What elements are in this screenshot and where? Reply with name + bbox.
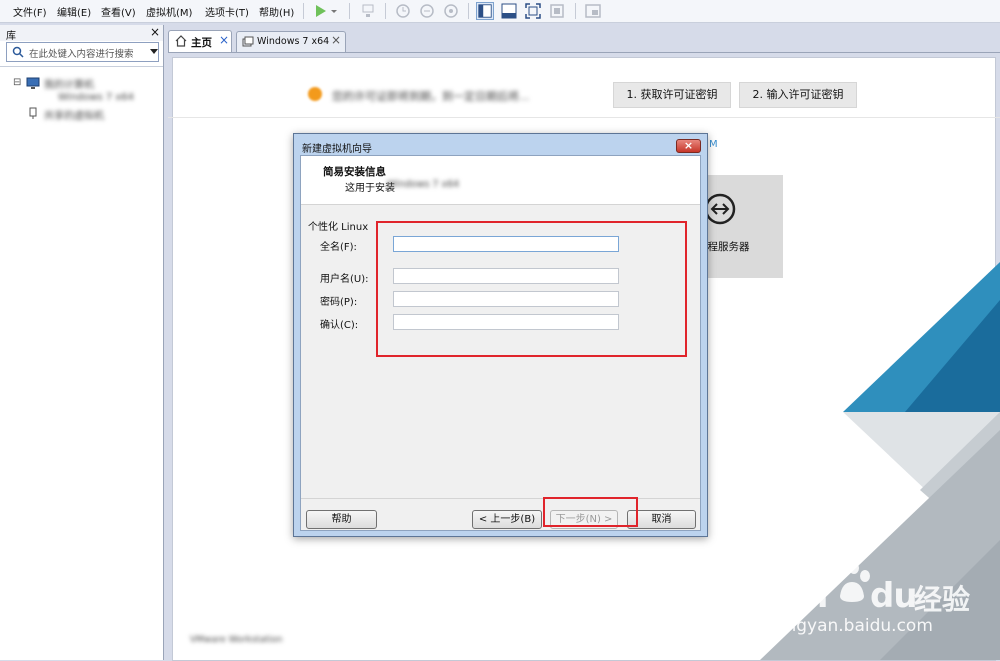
home-icon — [175, 35, 187, 47]
dialog-footer-divider — [301, 498, 700, 499]
tree-expander[interactable]: ⊟ — [13, 77, 21, 88]
toolbar-separator — [468, 3, 469, 19]
tab-windows7-label: Windows 7 x64 — [257, 36, 330, 47]
close-icon: × — [683, 139, 694, 152]
dialog-header-subtitle-os: Windows 7 x64 — [387, 179, 460, 190]
menu-vm[interactable]: 虚拟机(M) — [146, 4, 192, 19]
library-close-button[interactable]: × — [150, 25, 160, 39]
watermark-url: jingyan.baidu.com — [776, 616, 933, 636]
menu-help[interactable]: 帮助(H) — [259, 4, 294, 19]
menu-file[interactable]: 文件(F) — [13, 4, 47, 19]
home-footer: VMware Workstation — [190, 635, 283, 645]
library-header: 库 × — [0, 25, 163, 42]
watermark-brand2: du — [870, 576, 918, 616]
toolbar-separator — [349, 3, 350, 19]
vm-icon — [242, 36, 254, 47]
menu-edit[interactable]: 编辑(E) — [57, 4, 91, 19]
chevron-down-icon[interactable] — [150, 49, 158, 55]
help-button-label: 帮助 — [331, 514, 352, 525]
tab-home-close[interactable]: × — [219, 33, 229, 47]
back-button[interactable]: < 上一步(B) — [472, 510, 542, 529]
help-button[interactable]: 帮助 — [306, 510, 377, 529]
get-license-button-label: 1. 获取许可证密钥 — [626, 88, 718, 101]
search-input[interactable]: 在此处键入内容进行搜索 — [29, 46, 134, 60]
console-view-icon[interactable] — [584, 2, 602, 20]
toolbar-separator — [385, 3, 386, 19]
tree-item-shared[interactable]: 共享的虚拟机 — [44, 107, 104, 122]
warning-icon — [308, 87, 322, 101]
password-label: 密码(P): — [320, 297, 358, 308]
fullname-label: 全名(F): — [320, 242, 357, 253]
confirm-label: 确认(C): — [320, 320, 359, 331]
dialog-header-title: 简易安装信息 — [323, 166, 386, 178]
menu-view[interactable]: 查看(V) — [101, 4, 136, 19]
snapshot-icon[interactable] — [394, 2, 412, 20]
library-title: 库 — [6, 31, 16, 42]
tab-home[interactable]: 主页 × — [168, 30, 232, 52]
network-icon[interactable] — [359, 2, 377, 20]
tree-item-my-computer[interactable]: 我的计算机 — [44, 76, 94, 91]
tab-windows7[interactable]: Windows 7 x64 × — [236, 31, 346, 52]
annotation-box-next — [543, 497, 638, 527]
computer-icon — [26, 77, 40, 89]
tab-home-label: 主页 — [191, 37, 212, 49]
enter-license-button-label: 2. 输入许可证密钥 — [752, 88, 844, 101]
home-divider — [168, 117, 1000, 118]
menu-tabs[interactable]: 选项卡(T) — [205, 4, 249, 19]
watermark-brand: Bai — [770, 576, 829, 616]
annotation-box-fields — [376, 221, 687, 357]
tab-windows7-close[interactable]: × — [331, 33, 341, 47]
group-label: 个性化 Linux — [308, 222, 369, 233]
toolbar-separator — [303, 3, 304, 19]
enter-license-button[interactable]: 2. 输入许可证密钥 — [739, 82, 857, 108]
library-search[interactable]: 在此处键入内容进行搜索 — [6, 42, 159, 62]
toolbar-separator — [575, 3, 576, 19]
remote-server-tile[interactable]: 远程服务器 — [695, 175, 783, 278]
cancel-button-label: 取消 — [651, 514, 672, 525]
menu-bar: 文件(F) 编辑(E) 查看(V) 虚拟机(M) 选项卡(T) 帮助(H) — [0, 0, 1000, 23]
library-view-icon[interactable] — [476, 2, 494, 20]
dropdown-arrow-icon[interactable] — [329, 2, 339, 20]
snapshot-revert-icon[interactable] — [418, 2, 436, 20]
tree-item-vm[interactable]: Windows 7 x64 — [58, 92, 134, 103]
get-license-button[interactable]: 1. 获取许可证密钥 — [613, 82, 731, 108]
username-label: 用户名(U): — [320, 274, 369, 285]
search-icon — [12, 46, 24, 58]
license-notice: 您的许可证即将到期，到一定日期后将... — [332, 90, 530, 103]
dialog-title: 新建虚拟机向导 — [302, 144, 372, 155]
shared-vm-icon — [29, 107, 37, 119]
back-button-label: < 上一步(B) — [478, 514, 536, 525]
home-m-text: M — [709, 139, 718, 150]
remote-server-icon — [704, 193, 736, 225]
library-panel: 库 × 在此处键入内容进行搜索 ⊟ 我的计算机 Windows 7 x64 共享… — [0, 25, 164, 660]
watermark-cn: 经验 — [914, 583, 971, 616]
play-icon[interactable] — [311, 2, 329, 20]
library-divider — [0, 66, 163, 67]
dialog-header: 简易安装信息 这用于安装 Windows 7 x64 — [301, 156, 700, 205]
dialog-close-button[interactable]: × — [676, 139, 701, 153]
unity-icon[interactable] — [548, 2, 566, 20]
thumbnail-bar-icon[interactable] — [500, 2, 518, 20]
fullscreen-icon[interactable] — [524, 2, 542, 20]
baidu-watermark: Bai du 经验 jingyan.baidu.com — [770, 562, 990, 650]
snapshot-manager-icon[interactable] — [442, 2, 460, 20]
paw-icon — [836, 562, 870, 602]
